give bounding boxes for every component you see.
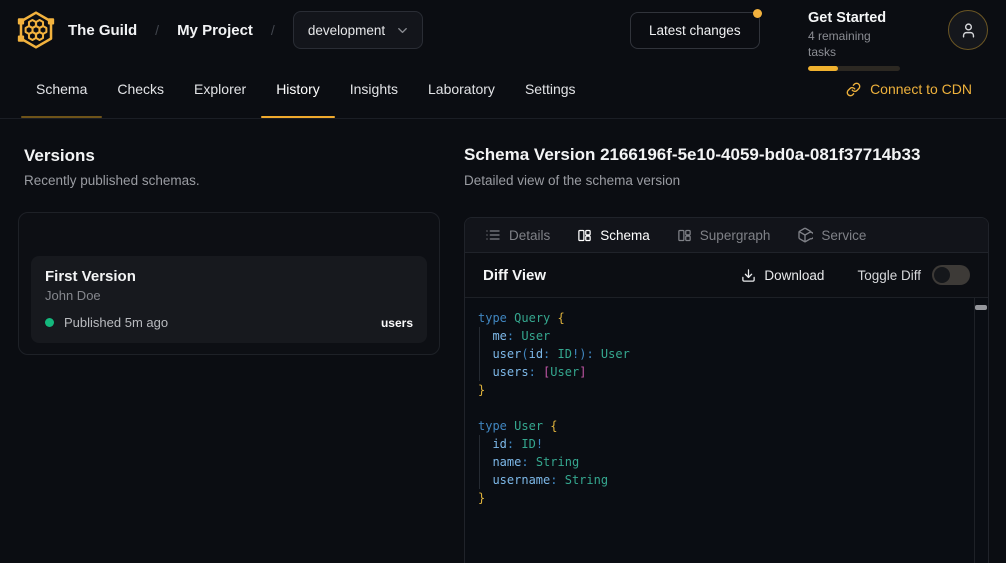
toggle-diff-switch[interactable] xyxy=(932,265,970,285)
nav-tab-schema[interactable]: Schema xyxy=(21,60,102,118)
download-icon xyxy=(741,268,756,283)
primary-nav: Schema Checks Explorer History Insights … xyxy=(0,60,1006,119)
breadcrumb-separator: / xyxy=(155,22,159,38)
breadcrumb-org[interactable]: The Guild xyxy=(68,22,137,39)
environment-selector-value: development xyxy=(308,23,385,38)
hive-logo-icon[interactable] xyxy=(15,9,57,51)
detail-tabs: Details Schema Supergraph Service xyxy=(465,218,988,253)
download-button[interactable]: Download xyxy=(741,268,824,283)
schema-code-viewer[interactable]: type Query { me: User user(id: ID!): Use… xyxy=(465,298,988,563)
switch-knob xyxy=(934,267,950,283)
get-started-subtitle: 4 remaining tasks xyxy=(808,28,900,60)
tab-schema[interactable]: Schema xyxy=(577,228,650,243)
tab-supergraph[interactable]: Supergraph xyxy=(677,228,771,243)
notification-dot xyxy=(753,9,762,18)
schema-version-title: Schema Version 2166196f-5e10-4059-bd0a-0… xyxy=(464,145,920,165)
latest-changes-label: Latest changes xyxy=(649,23,741,38)
nav-tab-history[interactable]: History xyxy=(261,60,335,118)
connect-to-cdn-label: Connect to CDN xyxy=(870,81,972,97)
tab-details[interactable]: Details xyxy=(485,227,550,243)
list-icon xyxy=(485,227,501,243)
breadcrumb-separator: / xyxy=(271,22,275,38)
download-label: Download xyxy=(764,268,824,283)
nav-tab-explorer[interactable]: Explorer xyxy=(179,60,261,118)
user-avatar[interactable] xyxy=(948,10,988,50)
environment-selector[interactable]: development xyxy=(293,11,423,49)
versions-subtitle: Recently published schemas. xyxy=(24,173,200,188)
link-icon xyxy=(846,82,861,97)
versions-title: Versions xyxy=(24,146,95,166)
version-service-badge: users xyxy=(381,316,413,330)
schema-version-subtitle: Detailed view of the schema version xyxy=(464,173,680,188)
nav-tab-laboratory[interactable]: Laboratory xyxy=(413,60,510,118)
toolbar-actions: Download Toggle Diff xyxy=(741,265,970,285)
latest-changes-button[interactable]: Latest changes xyxy=(630,12,760,49)
chevron-down-icon xyxy=(395,23,410,38)
tab-service[interactable]: Service xyxy=(797,227,866,243)
toggle-diff-label: Toggle Diff xyxy=(857,268,921,283)
nav-tab-insights[interactable]: Insights xyxy=(335,60,413,118)
code-content: type Query { me: User user(id: ID!): Use… xyxy=(478,309,966,507)
diff-view-title: Diff View xyxy=(483,267,546,284)
scrollbar-thumb[interactable] xyxy=(975,305,987,310)
connect-to-cdn-button[interactable]: Connect to CDN xyxy=(846,60,972,118)
version-name: First Version xyxy=(45,268,413,285)
schema-version-card: Details Schema Supergraph Service Diff V… xyxy=(464,217,989,563)
diff-toolbar: Diff View Download Toggle Diff xyxy=(465,253,988,298)
user-icon xyxy=(960,22,977,39)
app-window: The Guild / My Project / development Lat… xyxy=(0,0,1006,563)
nav-tab-checks[interactable]: Checks xyxy=(102,60,179,118)
panels-icon xyxy=(577,228,592,243)
main-content: Versions Recently published schemas. Fir… xyxy=(0,119,1006,563)
nav-tab-settings[interactable]: Settings xyxy=(510,60,591,118)
scrollbar-track xyxy=(974,298,975,563)
breadcrumb-project[interactable]: My Project xyxy=(177,22,253,39)
panels-icon xyxy=(677,228,692,243)
version-status-text: Published 5m ago xyxy=(64,315,168,330)
get-started-title: Get Started xyxy=(808,9,900,27)
breadcrumb: The Guild / My Project / development xyxy=(68,0,423,60)
box-icon xyxy=(797,227,813,243)
header: The Guild / My Project / development Lat… xyxy=(0,0,1006,60)
versions-list: First Version John Doe Published 5m ago … xyxy=(18,212,440,355)
published-status-dot xyxy=(45,318,54,327)
version-author: John Doe xyxy=(45,288,413,303)
version-status-row: Published 5m ago users xyxy=(45,315,413,330)
version-list-item[interactable]: First Version John Doe Published 5m ago … xyxy=(31,256,427,343)
